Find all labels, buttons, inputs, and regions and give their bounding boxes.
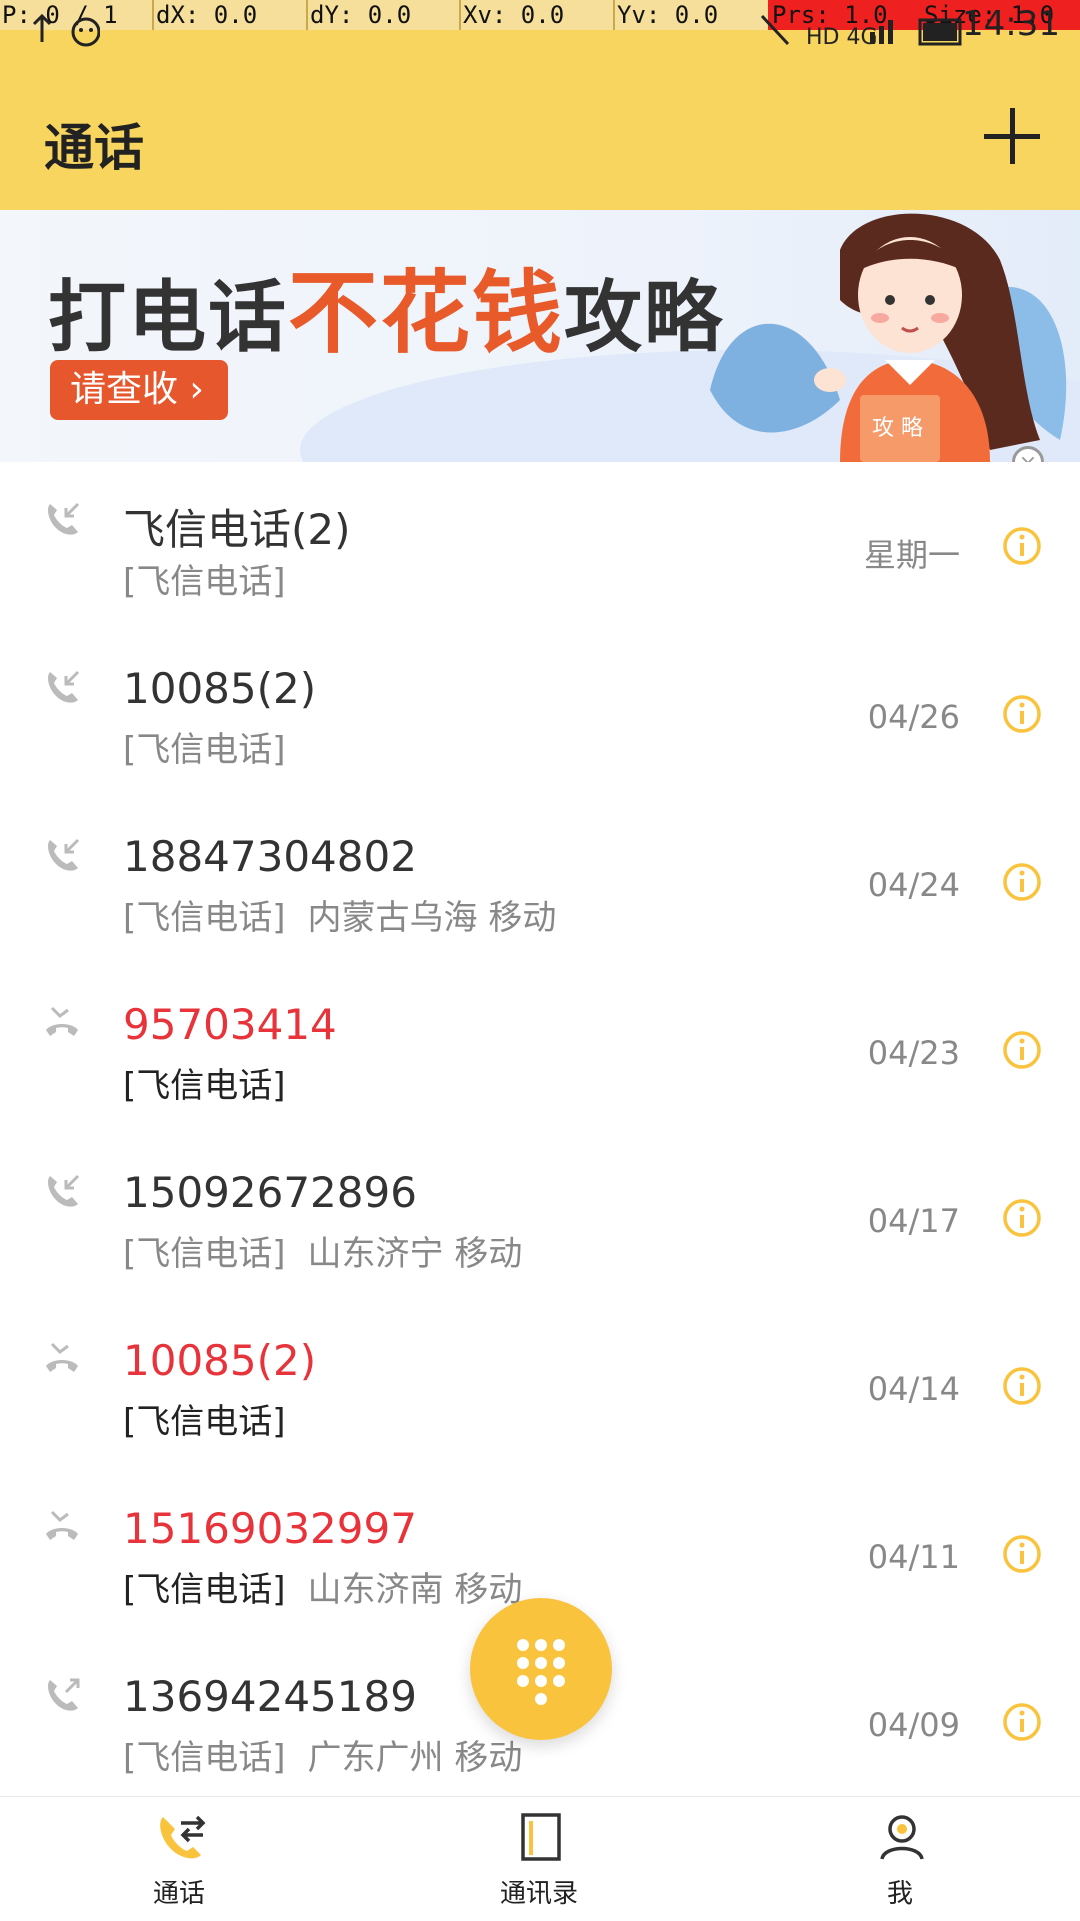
status-time: 14:31 — [962, 4, 1060, 44]
user-profile-icon — [880, 1815, 924, 1860]
call-source: [飞信电话] 山东济宁 移动 — [123, 1234, 523, 1274]
info-icon[interactable] — [1002, 862, 1042, 902]
info-icon[interactable] — [1002, 1702, 1042, 1742]
debug-dx: dX: 0.0 — [156, 1, 258, 29]
call-name: 10085(2) — [123, 1336, 317, 1385]
girl-illustration: 攻 略 — [710, 213, 1067, 462]
call-name: 飞信电话(2) — [123, 505, 351, 554]
call-name: 10085(2) — [123, 664, 317, 713]
info-icon[interactable] — [1002, 1030, 1042, 1070]
incoming-call-icon — [48, 502, 80, 535]
nav-tab-contacts[interactable]: 通讯录 — [439, 1797, 639, 1921]
call-date: 04/24 — [867, 866, 960, 904]
call-name: 15169032997 — [123, 1504, 417, 1553]
call-date: 04/26 — [867, 698, 960, 736]
call-row[interactable]: 10085(2) [飞信电话] 04/26 — [0, 630, 1080, 798]
info-icon[interactable] — [1002, 1366, 1042, 1406]
debug-dy: dY: 0.0 — [310, 1, 412, 29]
nav-label-contacts: 通讯录 — [499, 1879, 578, 1909]
nav-label-me: 我 — [886, 1879, 913, 1909]
missed-call-icon — [46, 1510, 78, 1540]
call-name: 13694245189 — [123, 1672, 417, 1721]
call-date: 04/23 — [867, 1034, 960, 1072]
info-icon[interactable] — [1002, 694, 1042, 734]
bottom-nav: 通话 通讯录 我 — [0, 1796, 1080, 1921]
call-row[interactable]: 10085(2) [飞信电话] 04/14 — [0, 1302, 1080, 1470]
call-name: 95703414 — [123, 1000, 337, 1049]
contacts-book-icon — [521, 1813, 561, 1861]
call-source: [飞信电话] 内蒙古乌海 移动 — [123, 898, 557, 938]
phone-swap-icon — [160, 1815, 206, 1859]
signal-battery-icons: HD 4G — [760, 14, 962, 48]
svg-text:攻 略: 攻 略 — [872, 416, 923, 441]
call-source: [飞信电话] 山东济南 移动 — [123, 1570, 523, 1610]
usb-and-emoji-icons — [32, 13, 100, 47]
info-icon[interactable] — [1002, 526, 1042, 566]
info-icon[interactable] — [1002, 1534, 1042, 1574]
promo-banner[interactable]: 打电话不花钱攻略 请查收 › 攻 略 × — [0, 210, 1080, 462]
call-name: 18847304802 — [123, 832, 417, 881]
call-source: [飞信电话] — [123, 730, 286, 770]
nav-tab-calls[interactable]: 通话 — [79, 1797, 279, 1921]
call-row[interactable]: 95703414 [飞信电话] 04/23 — [0, 966, 1080, 1134]
incoming-call-icon — [48, 838, 80, 871]
outgoing-call-icon — [48, 1678, 80, 1711]
call-date: 04/14 — [867, 1370, 960, 1408]
missed-call-icon — [46, 1006, 78, 1036]
banner-headline: 打电话不花钱攻略 — [48, 261, 725, 366]
call-date: 星期一 — [863, 536, 960, 574]
incoming-call-icon — [48, 1174, 80, 1207]
call-source: [飞信电话] — [123, 562, 286, 602]
debug-yv: Yv: 0.0 — [617, 1, 719, 29]
call-source: [飞信电话] — [123, 1066, 286, 1106]
call-date: 04/17 — [867, 1202, 960, 1240]
page-title: 通话 — [44, 119, 144, 177]
call-row[interactable]: 18847304802 [飞信电话] 内蒙古乌海 移动 04/24 — [0, 798, 1080, 966]
call-row[interactable]: 15092672896 [飞信电话] 山东济宁 移动 04/17 — [0, 1134, 1080, 1302]
call-name: 15092672896 — [123, 1168, 417, 1217]
call-source: [飞信电话] — [123, 1402, 286, 1442]
add-button[interactable] — [984, 108, 1040, 164]
missed-call-icon — [46, 1342, 78, 1372]
call-date: 04/09 — [867, 1706, 960, 1744]
info-icon[interactable] — [1002, 1198, 1042, 1238]
nav-label-calls: 通话 — [152, 1879, 205, 1909]
dialpad-button[interactable] — [470, 1598, 612, 1740]
dialpad-icon — [517, 1639, 565, 1705]
call-source: [飞信电话] 广东广州 移动 — [123, 1738, 523, 1778]
call-date: 04/11 — [867, 1538, 960, 1576]
svg-text:HD 4G: HD 4G — [806, 25, 878, 48]
nav-tab-me[interactable]: 我 — [800, 1797, 1000, 1921]
banner-cta-button[interactable]: 请查收 › — [50, 360, 228, 420]
debug-xv: Xv: 0.0 — [463, 1, 565, 29]
call-row[interactable]: 飞信电话(2) [飞信电话] 星期一 — [0, 462, 1080, 630]
incoming-call-icon — [48, 670, 80, 703]
